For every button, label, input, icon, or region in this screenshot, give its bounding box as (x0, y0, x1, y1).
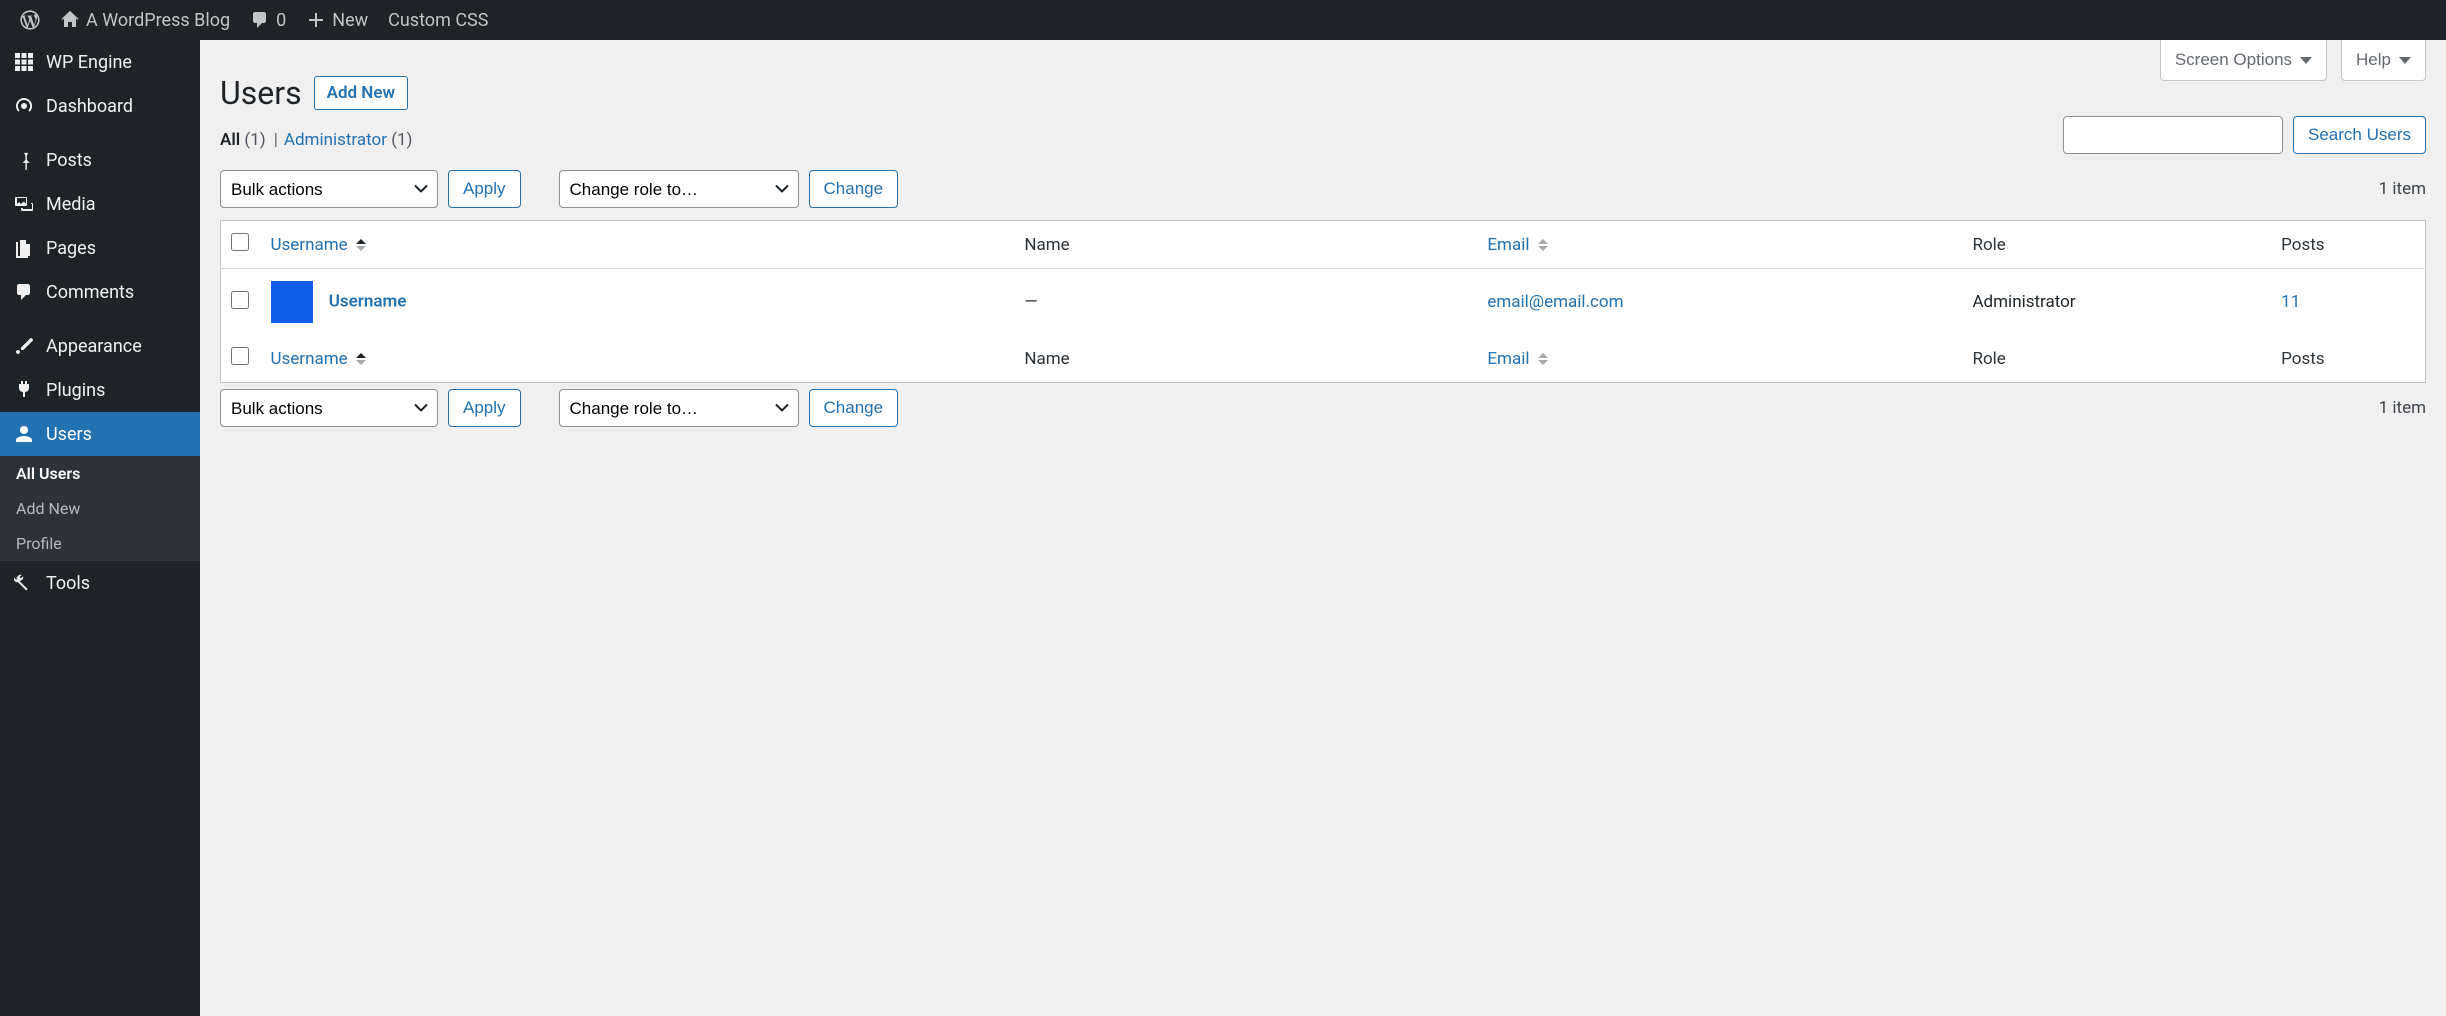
row-username-link[interactable]: Username (329, 291, 407, 311)
row-role: Administrator (1962, 269, 2271, 336)
plus-icon (306, 10, 326, 30)
comment-icon (250, 10, 270, 30)
search-users-button[interactable]: Search Users (2293, 116, 2426, 154)
sidebar-item-wpengine[interactable]: WP Engine (0, 40, 200, 84)
main-content: Screen Options Help Users Add New All (1… (200, 40, 2446, 1016)
sidebar-item-label: Appearance (46, 336, 142, 357)
plug-icon (12, 378, 36, 402)
comments-link[interactable]: 0 (240, 0, 296, 40)
sidebar-item-label: WP Engine (46, 52, 132, 73)
sidebar-item-tools[interactable]: Tools (0, 561, 200, 605)
admin-toolbar: A WordPress Blog 0 New Custom CSS (0, 0, 2446, 40)
column-email-sort-foot[interactable]: Email (1487, 349, 1547, 369)
change-role-select-top[interactable]: Change role to… (559, 170, 799, 208)
help-button[interactable]: Help (2341, 40, 2426, 81)
table-row: Username — email@email.com Administrator… (221, 269, 2426, 336)
sidebar-item-label: Users (46, 424, 92, 445)
sidebar-item-label: Media (46, 194, 96, 215)
sidebar-item-posts[interactable]: Posts (0, 138, 200, 182)
filter-all-count: (1) (244, 130, 265, 150)
chevron-down-icon (2399, 57, 2411, 64)
column-username-sort[interactable]: Username (271, 235, 366, 255)
tablenav-bottom: Bulk actions Apply Change role to… Chang… (220, 383, 2426, 433)
apply-bulk-button-top[interactable]: Apply (448, 170, 521, 208)
change-role-button-top[interactable]: Change (809, 170, 899, 208)
bulk-actions-select-top[interactable]: Bulk actions (220, 170, 438, 208)
users-table: Username Name Email Role Posts (220, 220, 2426, 383)
bulk-actions-select-bottom[interactable]: Bulk actions (220, 389, 438, 427)
tablenav-top: Bulk actions Apply Change role to… Chang… (220, 164, 2426, 214)
page-icon (12, 236, 36, 260)
wordpress-logo-icon (20, 10, 40, 30)
row-posts-link[interactable]: 11 (2281, 292, 2300, 312)
select-all-checkbox-bottom[interactable] (231, 347, 249, 365)
change-role-select-bottom[interactable]: Change role to… (559, 389, 799, 427)
site-link[interactable]: A WordPress Blog (50, 0, 240, 40)
custom-css-label: Custom CSS (388, 10, 488, 31)
media-icon (12, 192, 36, 216)
select-all-checkbox-top[interactable] (231, 233, 249, 251)
column-role-foot: Role (1972, 349, 2005, 369)
sidebar-item-media[interactable]: Media (0, 182, 200, 226)
add-new-user-button[interactable]: Add New (314, 76, 408, 110)
new-content-link[interactable]: New (296, 0, 378, 40)
filter-administrator-count: (1) (391, 130, 412, 150)
submenu-add-new[interactable]: Add New (0, 491, 200, 526)
user-search-input[interactable] (2063, 116, 2283, 154)
submenu-all-users[interactable]: All Users (0, 456, 200, 491)
column-posts: Posts (2281, 235, 2324, 255)
row-email-link[interactable]: email@email.com (1487, 292, 1623, 312)
sidebar-item-pages[interactable]: Pages (0, 226, 200, 270)
sidebar-item-label: Dashboard (46, 96, 133, 117)
row-name: — (1014, 269, 1477, 336)
row-select-checkbox[interactable] (231, 291, 249, 309)
column-role: Role (1972, 235, 2005, 255)
filter-all-link[interactable]: All (220, 130, 240, 150)
filter-administrator-link[interactable]: Administrator (284, 130, 387, 150)
users-submenu: All Users Add New Profile (0, 456, 200, 561)
item-count-top: 1 item (2379, 179, 2426, 199)
wp-logo-menu[interactable] (10, 0, 50, 40)
sidebar-item-appearance[interactable]: Appearance (0, 324, 200, 368)
chevron-down-icon (2300, 57, 2312, 64)
sidebar-item-label: Comments (46, 282, 134, 303)
comments-count: 0 (276, 10, 286, 31)
item-count-bottom: 1 item (2379, 398, 2426, 418)
sidebar-item-comments[interactable]: Comments (0, 270, 200, 314)
sidebar-item-label: Posts (46, 150, 92, 171)
page-title: Users (220, 74, 302, 112)
column-email-sort[interactable]: Email (1487, 235, 1547, 255)
change-role-button-bottom[interactable]: Change (809, 389, 899, 427)
new-label: New (332, 10, 368, 31)
comment-icon (12, 280, 36, 304)
submenu-profile[interactable]: Profile (0, 526, 200, 561)
sidebar-item-label: Plugins (46, 380, 105, 401)
brush-icon (12, 334, 36, 358)
wpengine-icon (12, 50, 36, 74)
custom-css-link[interactable]: Custom CSS (378, 0, 498, 40)
home-icon (60, 10, 80, 30)
column-username-sort-foot[interactable]: Username (271, 349, 366, 369)
site-name: A WordPress Blog (86, 10, 230, 31)
pin-icon (12, 148, 36, 172)
column-name-foot: Name (1024, 349, 1069, 369)
sidebar-item-plugins[interactable]: Plugins (0, 368, 200, 412)
avatar (271, 281, 313, 323)
column-name: Name (1024, 235, 1069, 255)
apply-bulk-button-bottom[interactable]: Apply (448, 389, 521, 427)
sidebar-item-users[interactable]: Users (0, 412, 200, 456)
sidebar-item-dashboard[interactable]: Dashboard (0, 84, 200, 128)
dashboard-icon (12, 94, 36, 118)
user-icon (12, 422, 36, 446)
admin-sidebar: WP Engine Dashboard Posts Media Pages (0, 40, 200, 1016)
column-posts-foot: Posts (2281, 349, 2324, 369)
wrench-icon (12, 571, 36, 595)
screen-options-button[interactable]: Screen Options (2160, 40, 2327, 81)
sidebar-item-label: Pages (46, 238, 96, 259)
sidebar-item-label: Tools (46, 573, 90, 594)
